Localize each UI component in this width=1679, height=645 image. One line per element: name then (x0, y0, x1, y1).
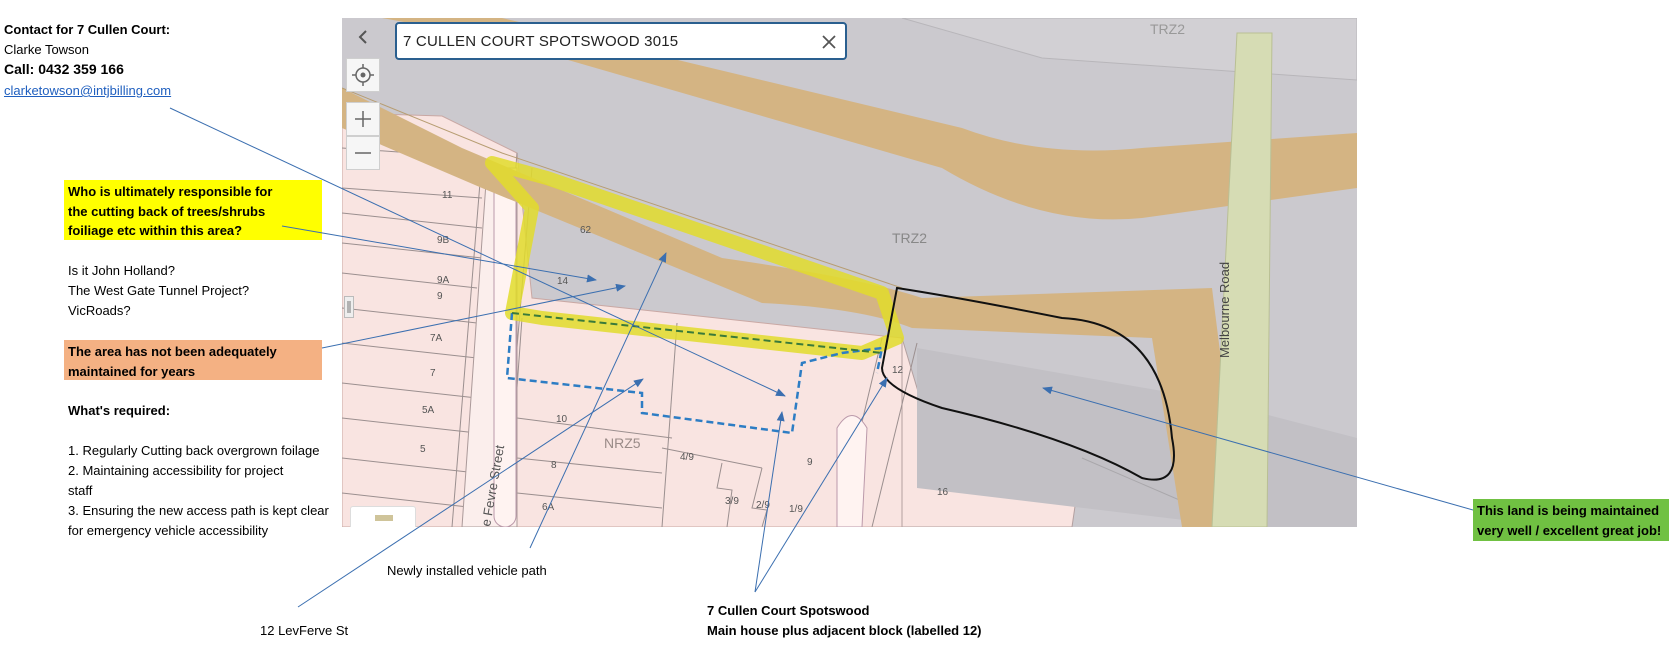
zoom-in-button[interactable] (346, 102, 380, 136)
contact-heading: Contact for 7 Cullen Court: (4, 22, 171, 37)
maintenance-line: The area has not been adequately (68, 344, 277, 359)
option-west-gate: The West Gate Tunnel Project? (68, 283, 250, 298)
lot-number: 5A (422, 405, 435, 416)
callout-cullen-description: Main house plus adjacent block (labelled… (707, 623, 982, 638)
lot-number: 2/9 (756, 500, 770, 511)
option-john-holland: Is it John Holland? (68, 263, 175, 278)
lot-number: 5 (420, 444, 426, 455)
maintenance-note-box: The area has not been adequately maintai… (64, 340, 322, 380)
back-icon (358, 30, 367, 44)
callout-vehicle-path: Newly installed vehicle path (387, 563, 547, 578)
lot-number: 12 (892, 365, 904, 376)
lot-number: 62 (580, 225, 592, 236)
clear-icon[interactable] (821, 34, 837, 50)
callout-levferve: 12 LevFerve St (260, 623, 349, 638)
question-line: the cutting back of trees/shrubs (68, 203, 266, 219)
lot-number: 7 (430, 368, 436, 379)
lot-number: 9A (437, 275, 450, 286)
address-search-input[interactable]: 7 CULLEN COURT SPOTSWOOD 3015 (395, 22, 847, 60)
collapse-handle[interactable] (344, 296, 354, 318)
required-item: 3. Ensuring the new access path is kept … (68, 503, 329, 518)
lot-number: 4/9 (680, 452, 694, 463)
zone-label-trz2: TRZ2 (1150, 21, 1185, 37)
contact-name: Clarke Towson (4, 42, 90, 57)
lot-number: 8 (551, 460, 557, 471)
praise-box: This land is being maintained very well … (1473, 499, 1669, 541)
maintenance-line: maintained for years (68, 363, 196, 379)
map-canvas[interactable]: TRZ2 TRZ2 NRZ5 Melbourne Road e Fevre St… (342, 18, 1357, 527)
required-item: staff (68, 483, 93, 498)
lot-number: 10 (556, 414, 568, 425)
option-vicroads: VicRoads? (68, 303, 131, 318)
zoom-out-button[interactable] (346, 136, 380, 170)
question-line: foiliage etc within this area? (68, 223, 243, 238)
lot-number: 14 (557, 276, 569, 287)
lot-number: 9B (437, 235, 450, 246)
map-view[interactable]: TRZ2 TRZ2 NRZ5 Melbourne Road e Fevre St… (342, 18, 1357, 527)
contact-phone: Call: 0432 359 166 (4, 61, 124, 77)
praise-line: very well / excellent great job! (1477, 522, 1662, 538)
zone-label-trz2: TRZ2 (892, 230, 927, 246)
lot-number: 7A (430, 333, 443, 344)
locate-button[interactable] (346, 58, 380, 92)
praise-line: This land is being maintained (1477, 503, 1660, 518)
lot-number: 6A (542, 502, 555, 513)
responsibility-question-box: Who is ultimately responsible for the cu… (64, 180, 322, 240)
lot-number: 11 (442, 190, 453, 201)
collapse-handle-icon (347, 301, 351, 313)
required-item: 1. Regularly Cutting back overgrown foil… (68, 443, 320, 458)
street-label-melbourne-road: Melbourne Road (1217, 262, 1232, 358)
search-value[interactable]: 7 CULLEN COURT SPOTSWOOD 3015 (403, 33, 678, 50)
locate-icon (352, 64, 374, 86)
callout-cullen-address: 7 Cullen Court Spotswood (707, 603, 870, 618)
lot-number: 3/9 (725, 496, 739, 507)
lot-number: 1/9 (789, 504, 803, 515)
question-line: Who is ultimately responsible for (68, 184, 273, 199)
contact-email-link[interactable]: clarketowson@intjbilling.com (4, 81, 171, 100)
zone-label-nrz5: NRZ5 (604, 435, 641, 451)
lot-number: 9 (807, 457, 813, 468)
required-heading: What's required: (68, 403, 171, 418)
back-button[interactable] (346, 20, 380, 54)
required-item: 2. Maintaining accessibility for project (68, 463, 284, 478)
zoom-in-icon (355, 111, 371, 127)
zoom-out-icon (355, 152, 371, 154)
basemap-thumbnail-preview (375, 515, 393, 521)
lot-number: 9 (437, 291, 443, 302)
basemap-thumbnail[interactable] (350, 506, 416, 527)
lot-number: 16 (937, 487, 949, 498)
required-item: for emergency vehicle accessibility (68, 523, 269, 538)
